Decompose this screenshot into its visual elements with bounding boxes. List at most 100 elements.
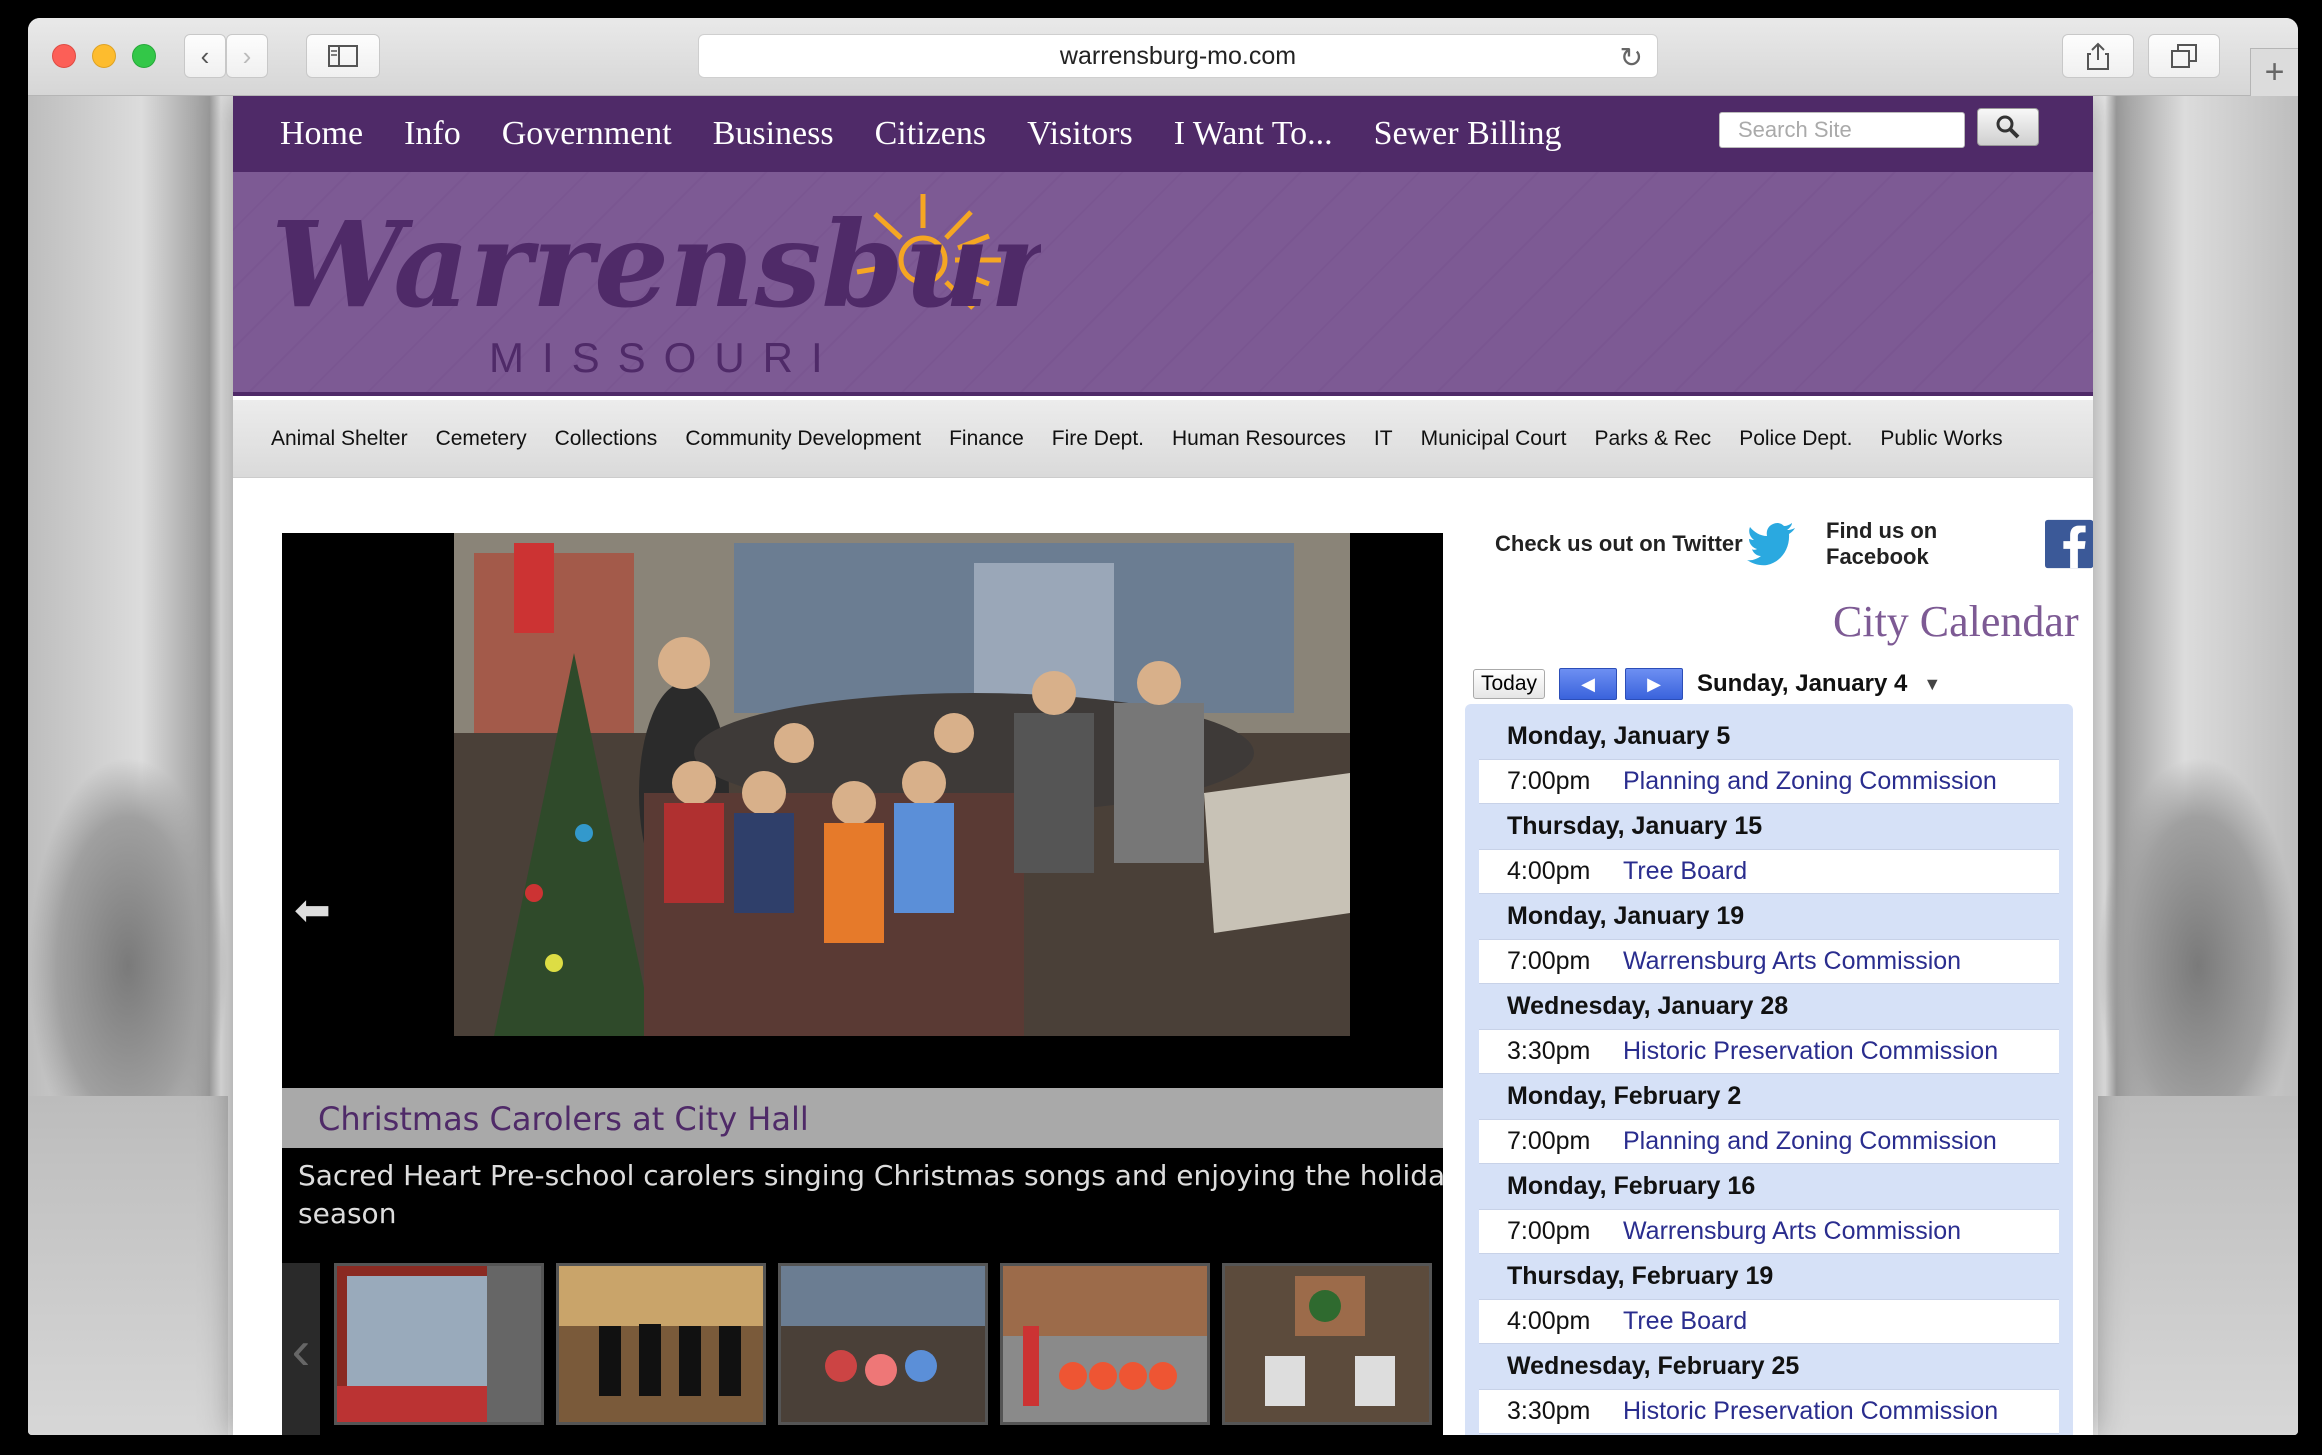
twitter-link[interactable]: Check us out on Twitter: [1495, 516, 1797, 572]
nav-sewer-billing[interactable]: Sewer Billing: [1374, 115, 1562, 153]
dept-fire[interactable]: Fire Dept.: [1052, 427, 1144, 451]
search-input[interactable]: Search Site: [1719, 112, 1965, 148]
dept-police[interactable]: Police Dept.: [1739, 427, 1852, 451]
warrensburg-logo[interactable]: Warrensburg MISSOURI: [261, 188, 1041, 388]
search-icon: [1996, 115, 2020, 139]
close-window-button[interactable]: [52, 44, 76, 68]
url-text: warrensburg-mo.com: [1059, 41, 1297, 70]
calendar-title: City Calendar: [1833, 597, 2079, 646]
calendar-dropdown-icon[interactable]: ▼: [1923, 674, 1941, 695]
new-tab-button[interactable]: +: [2250, 48, 2298, 96]
logo-wordmark: Warrensburg: [271, 195, 1041, 334]
chevron-right-icon: ›: [242, 40, 252, 71]
nav-i-want-to[interactable]: I Want To...: [1174, 115, 1333, 153]
calendar-event[interactable]: 3:30pm Historic Preservation Commission: [1479, 1389, 2059, 1434]
thumbnail-prev-button[interactable]: ‹: [282, 1263, 320, 1435]
calendar-event[interactable]: 7:00pm Planning and Zoning Commission: [1479, 1119, 2059, 1164]
thumbnail[interactable]: [334, 1263, 544, 1425]
slide-description-continued: season: [298, 1197, 397, 1230]
triangle-right-icon: ▶: [1647, 673, 1661, 694]
slide-photo[interactable]: [454, 533, 1350, 1036]
event-link[interactable]: Warrensburg Arts Commission: [1623, 1217, 1961, 1246]
forward-button[interactable]: ›: [226, 34, 268, 78]
logo-state: MISSOURI: [489, 334, 841, 381]
browser-window: ‹ › warrensburg-mo.com ↻ + Home Info Gov…: [28, 18, 2298, 1435]
event-time: 7:00pm: [1507, 947, 1591, 975]
event-link[interactable]: Planning and Zoning Commission: [1623, 767, 1997, 796]
background-street-left: [28, 1096, 228, 1435]
calendar-day-heading: Monday, January 19: [1507, 902, 1745, 930]
dept-public-works[interactable]: Public Works: [1880, 427, 2002, 451]
calendar-event[interactable]: 3:30pm Historic Preservation Commission: [1479, 1029, 2059, 1074]
share-button[interactable]: [2062, 34, 2134, 78]
facebook-link[interactable]: Find us on Facebook: [1826, 516, 2093, 572]
calendar-event[interactable]: 7:00pm Warrensburg Arts Commission: [1479, 1209, 2059, 1254]
browser-toolbar: ‹ › warrensburg-mo.com ↻ +: [28, 18, 2298, 96]
nav-citizens[interactable]: Citizens: [875, 115, 986, 153]
calendar-day-heading: Thursday, February 19: [1507, 1262, 1774, 1290]
nav-business[interactable]: Business: [713, 115, 834, 153]
nav-visitors[interactable]: Visitors: [1027, 115, 1133, 153]
dept-finance[interactable]: Finance: [949, 427, 1024, 451]
dept-animal-shelter[interactable]: Animal Shelter: [271, 427, 408, 451]
event-link[interactable]: Tree Board: [1623, 857, 1747, 886]
calendar-day-heading: Monday, February 2: [1507, 1082, 1742, 1110]
calendar-day-heading: Wednesday, February 25: [1507, 1352, 1800, 1380]
dept-human-resources[interactable]: Human Resources: [1172, 427, 1346, 451]
calendar-current-date: Sunday, January 4: [1697, 670, 1908, 697]
event-link[interactable]: Planning and Zoning Commission: [1623, 1127, 1997, 1156]
event-time: 4:00pm: [1507, 857, 1591, 885]
reload-icon[interactable]: ↻: [1620, 41, 1643, 74]
dept-community-development[interactable]: Community Development: [685, 427, 921, 451]
thumbnail[interactable]: [1222, 1263, 1432, 1425]
event-time: 3:30pm: [1507, 1037, 1591, 1065]
event-link[interactable]: Warrensburg Arts Commission: [1623, 947, 1961, 976]
calendar-event[interactable]: 7:00pm Planning and Zoning Commission: [1479, 759, 2059, 804]
event-time: 3:30pm: [1507, 1397, 1591, 1425]
facebook-icon: [2044, 519, 2093, 569]
dept-municipal-court[interactable]: Municipal Court: [1421, 427, 1567, 451]
slide-title: Christmas Carolers at City Hall: [318, 1100, 809, 1138]
thumbnail[interactable]: [556, 1263, 766, 1425]
slide-description: Sacred Heart Pre-school carolers singing…: [298, 1159, 1443, 1192]
sidebar-toggle-button[interactable]: [306, 34, 380, 78]
nav-home[interactable]: Home: [280, 115, 363, 153]
calendar-event[interactable]: 4:00pm Tree Board: [1479, 849, 2059, 894]
calendar-event-list: Monday, January 5 7:00pm Planning and Zon…: [1465, 704, 2073, 1435]
triangle-left-icon: ◀: [1581, 673, 1595, 694]
zoom-window-button[interactable]: [132, 44, 156, 68]
dept-collections[interactable]: Collections: [555, 427, 658, 451]
dept-it[interactable]: IT: [1374, 427, 1393, 451]
calendar-event[interactable]: 4:00pm Tree Board: [1479, 1299, 2059, 1344]
event-link[interactable]: Tree Board: [1623, 1307, 1747, 1336]
dept-cemetery[interactable]: Cemetery: [436, 427, 527, 451]
calendar-day-heading: Monday, February 16: [1507, 1172, 1756, 1200]
nav-info[interactable]: Info: [404, 115, 461, 153]
chevron-left-icon: ‹: [291, 1317, 311, 1381]
slide-prev-arrow-icon[interactable]: ⬅: [294, 885, 331, 936]
tabs-overview-button[interactable]: [2148, 34, 2220, 78]
back-button[interactable]: ‹: [184, 34, 226, 78]
event-link[interactable]: Historic Preservation Commission: [1623, 1397, 1998, 1426]
sidebar-icon: [328, 45, 358, 67]
photo-slideshow: ⬅ Christmas Carolers at City Hall Sacred…: [282, 533, 1443, 1435]
thumbnail[interactable]: [1000, 1263, 1210, 1425]
event-link[interactable]: Historic Preservation Commission: [1623, 1037, 1998, 1066]
address-bar[interactable]: warrensburg-mo.com ↻: [698, 34, 1658, 78]
calendar-event[interactable]: 7:00pm Warrensburg Arts Commission: [1479, 939, 2059, 984]
minimize-window-button[interactable]: [92, 44, 116, 68]
nav-government[interactable]: Government: [502, 115, 672, 153]
search-button[interactable]: [1977, 108, 2039, 146]
calendar-day-heading: Thursday, January 15: [1507, 812, 1763, 840]
calendar-prev-button[interactable]: ◀: [1559, 668, 1617, 700]
event-time: 4:00pm: [1507, 1307, 1591, 1335]
web-page: Home Info Government Business Citizens V…: [28, 96, 2298, 1435]
calendar-controls: Today ◀ ▶ Sunday, January 4 ▼: [1473, 666, 1941, 702]
thumbnail-strip: ‹: [282, 1263, 1443, 1435]
thumbnail[interactable]: [778, 1263, 988, 1425]
calendar-next-button[interactable]: ▶: [1625, 668, 1683, 700]
dept-parks-rec[interactable]: Parks & Rec: [1594, 427, 1711, 451]
calendar-day-heading: Wednesday, January 28: [1507, 992, 1789, 1020]
share-icon: [2087, 42, 2109, 70]
calendar-today-button[interactable]: Today: [1473, 669, 1545, 699]
